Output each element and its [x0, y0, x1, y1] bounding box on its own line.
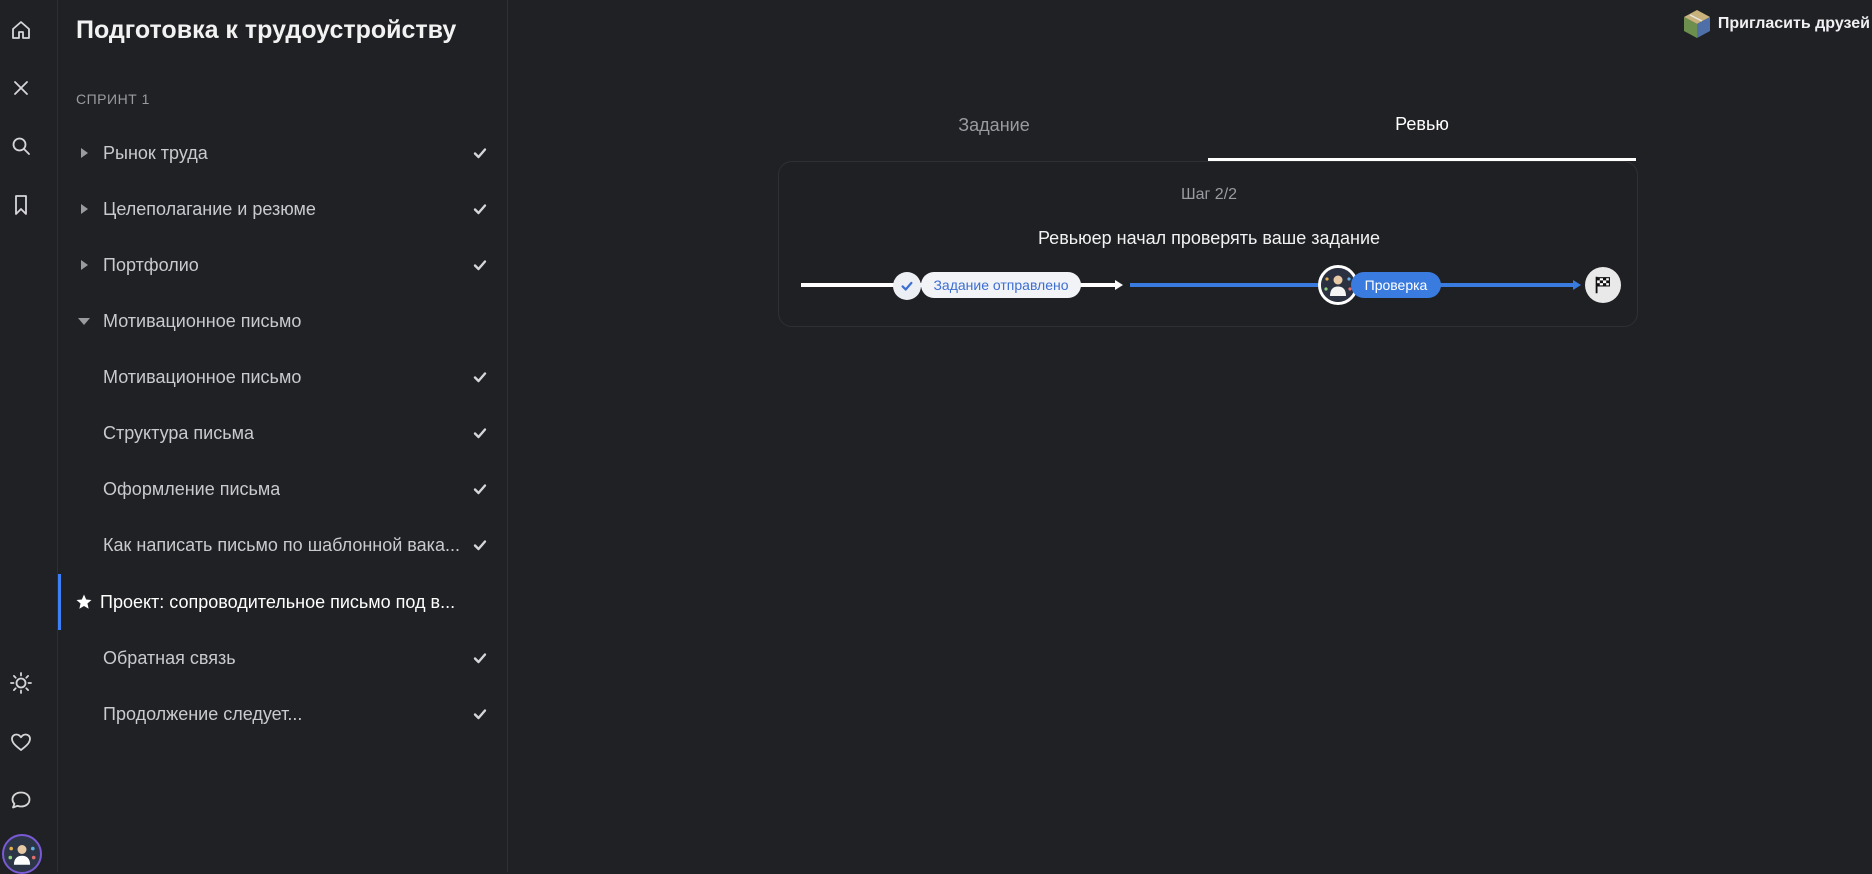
nav-item-motivation-letter[interactable]: Мотивационное письмо — [58, 349, 508, 405]
invite-friends-button[interactable]: Пригласить друзей — [1680, 5, 1870, 43]
icon-rail — [0, 0, 58, 874]
nav-item-letter-structure[interactable]: Структура письма — [58, 405, 508, 461]
user-avatar[interactable] — [2, 834, 42, 874]
review-status-card: Шаг 2/2 Ревьюер начал проверять ваше зад… — [778, 161, 1638, 327]
bookmark-icon[interactable] — [0, 184, 42, 226]
nav-item-label: Как написать письмо по шаблонной вака... — [103, 534, 460, 555]
star-icon — [75, 593, 93, 611]
checkmark-icon — [472, 145, 488, 161]
nav-item-label: Оформление письма — [103, 478, 281, 499]
checkmark-icon — [472, 369, 488, 385]
review-progress-track: Задание отправлено Проверка — [801, 264, 1621, 306]
nav-item-motivation-letter-section[interactable]: Мотивационное письмо — [58, 293, 508, 349]
nav-item-goals-resume[interactable]: Целеполагание и резюме — [58, 181, 508, 237]
checkmark-icon — [472, 481, 488, 497]
active-indicator — [58, 574, 61, 630]
checkmark-icon — [472, 257, 488, 273]
checkmark-icon — [472, 201, 488, 217]
checkmark-icon — [472, 537, 488, 553]
status-pill-submitted: Задание отправлено — [921, 272, 1081, 298]
invite-friends-label: Пригласить друзей — [1717, 15, 1870, 32]
course-title: Подготовка к трудоустройству — [76, 16, 457, 44]
nav-item-to-be-continued[interactable]: Продолжение следует... — [58, 686, 508, 742]
nav-item-label: Структура письма — [103, 422, 254, 443]
nav-item-label: Мотивационное письмо — [103, 366, 302, 387]
nav-item-template-letter[interactable]: Как написать письмо по шаблонной вака... — [58, 517, 508, 573]
nav-item-label: Целеполагание и резюме — [103, 198, 316, 219]
step-done-check-icon — [893, 272, 921, 300]
caret-right-icon[interactable] — [78, 258, 90, 272]
checkmark-icon — [472, 425, 488, 441]
nav-item-label: Обратная связь — [103, 647, 236, 668]
checkmark-icon — [472, 650, 488, 666]
checkmark-icon — [472, 706, 488, 722]
finish-flag-icon — [1585, 267, 1621, 303]
tab-task[interactable]: Задание — [780, 90, 1208, 160]
home-icon[interactable] — [0, 9, 42, 51]
sprint-label: СПРИНТ 1 — [76, 91, 150, 107]
caret-right-icon[interactable] — [78, 202, 90, 216]
nav-item-letter-formatting[interactable]: Оформление письма — [58, 461, 508, 517]
chat-icon[interactable] — [0, 779, 42, 821]
nav-item-feedback[interactable]: Обратная связь — [58, 630, 508, 686]
close-icon[interactable] — [0, 67, 42, 109]
heart-icon[interactable] — [0, 721, 42, 763]
nav-item-label: Рынок труда — [103, 142, 208, 163]
step-counter: Шаг 2/2 — [1180, 186, 1238, 203]
nav-item-label: Портфолио — [103, 254, 199, 275]
search-icon[interactable] — [0, 125, 42, 167]
nav-item-project-cover-letter[interactable]: Проект: сопроводительное письмо под в... — [58, 574, 508, 630]
course-sidebar: Подготовка к трудоустройству СПРИНТ 1 Ры… — [58, 0, 508, 872]
caret-right-icon[interactable] — [78, 146, 90, 160]
nav-item-labor-market[interactable]: Рынок труда — [58, 125, 508, 181]
nav-item-label: Продолжение следует... — [103, 703, 303, 724]
sun-icon[interactable] — [0, 662, 42, 704]
tab-review[interactable]: Ревью — [1208, 90, 1636, 161]
nav-item-label: Мотивационное письмо — [103, 310, 302, 331]
invite-cube-icon — [1683, 10, 1710, 38]
status-pill-checking: Проверка — [1351, 272, 1441, 298]
main-content: Пригласить друзей Задание Ревью Шаг 2/2 … — [509, 0, 1872, 872]
nav-item-portfolio[interactable]: Портфолио — [58, 237, 508, 293]
task-review-tabs: Задание Ревью — [780, 90, 1636, 162]
caret-down-icon[interactable] — [78, 314, 90, 328]
review-status-text: Ревьюер начал проверять ваше задание — [1037, 228, 1381, 248]
nav-item-label: Проект: сопроводительное письмо под в... — [100, 591, 456, 612]
